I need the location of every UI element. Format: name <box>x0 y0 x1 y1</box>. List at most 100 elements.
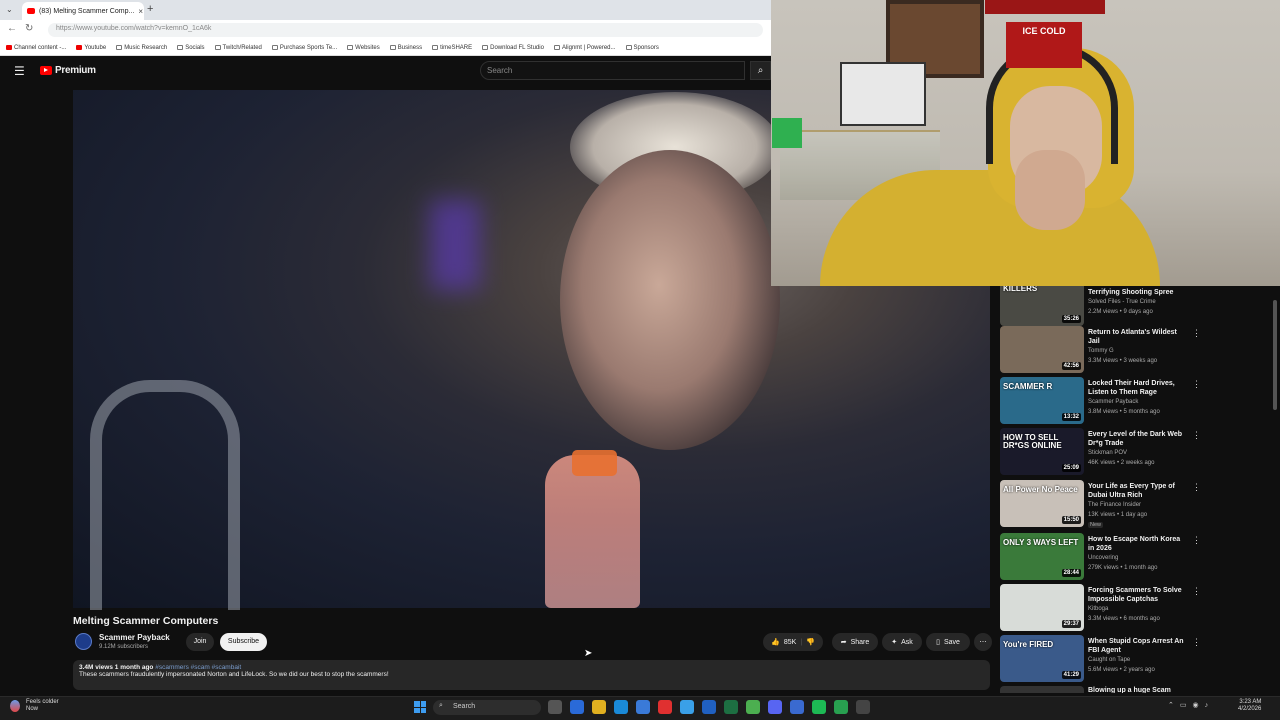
related-video-item[interactable]: SCAMMER R 13:32 Locked Their Hard Drives, … <box>1000 377 1275 425</box>
hashtags[interactable]: #scammers #scam #scambait <box>155 664 241 671</box>
file-explorer-icon[interactable] <box>592 700 606 714</box>
save-button[interactable]: ▯ Save <box>926 633 970 651</box>
bookmark-item[interactable]: Business <box>389 45 422 51</box>
taskbar-clock[interactable]: 3:23 AM 4/2/2026 <box>1238 699 1261 713</box>
related-video-channel[interactable]: Caught on Tape <box>1088 657 1130 663</box>
browser-tab[interactable]: (83) Melting Scammer Comp... × <box>22 2 144 20</box>
menu-icon[interactable]: ☰ <box>14 64 25 78</box>
task-view-icon[interactable] <box>548 700 562 714</box>
new-tab-button[interactable]: + <box>147 3 153 15</box>
app-icon[interactable] <box>702 700 716 714</box>
related-video-title[interactable]: When Stupid Cops Arrest An FBI Agent <box>1088 637 1188 655</box>
bookmark-item[interactable]: timeSHARE <box>432 45 472 51</box>
video-menu-icon[interactable]: ⋮ <box>1192 482 1201 493</box>
bookmark-item[interactable]: Download FL Studio <box>482 45 544 51</box>
app-icon[interactable] <box>570 700 584 714</box>
bookmark-item[interactable]: Socials <box>177 45 205 51</box>
related-video-channel[interactable]: Solved Files - True Crime <box>1088 299 1156 305</box>
weather-icon[interactable] <box>10 700 20 712</box>
search-icon[interactable]: ⌕ <box>750 61 771 80</box>
more-actions-icon[interactable]: ⋯ <box>974 633 992 651</box>
video-thumbnail[interactable]: All Power No Peace 15:50 <box>1000 480 1084 527</box>
youtube-premium-logo[interactable]: Premium <box>40 65 96 76</box>
related-video-item[interactable]: Blowing up a huge Scam Call... <box>1000 686 1275 693</box>
video-thumbnail[interactable]: SCAMMER R 13:32 <box>1000 377 1084 424</box>
weather-widget[interactable]: Feels colder Now <box>26 699 59 713</box>
spotify-icon[interactable] <box>812 700 826 714</box>
url-input[interactable]: https://www.youtube.com/watch?v=kemnO_1c… <box>48 23 763 37</box>
video-thumbnail[interactable]: KILLERS 35:26 <box>1000 286 1084 326</box>
related-video-title[interactable]: Blowing up a huge Scam Call... <box>1088 686 1188 693</box>
app-icon[interactable] <box>834 700 848 714</box>
related-video-item[interactable]: ONLY 3 WAYS LEFT 28:44 How to Escape North… <box>1000 533 1275 581</box>
bookmark-item[interactable]: Twitch/Related <box>214 45 262 51</box>
edge-icon[interactable] <box>614 700 628 714</box>
discord-icon[interactable] <box>768 700 782 714</box>
related-video-channel[interactable]: Uncovering <box>1088 555 1118 561</box>
bookmark-item[interactable]: Purchase Sports Te... <box>271 45 337 51</box>
related-video-channel[interactable]: The Finance Insider <box>1088 502 1141 508</box>
video-thumbnail[interactable]: HOW TO SELL DR*GS ONLINE 25:09 <box>1000 428 1084 475</box>
related-video-channel[interactable]: Tommy G <box>1088 348 1114 354</box>
related-video-title[interactable]: Locked Their Hard Drives, Listen to Them… <box>1088 379 1188 397</box>
bookmark-item[interactable]: Youtube <box>76 45 106 51</box>
related-video-item[interactable]: HOW TO SELL DR*GS ONLINE 25:09 Every Level… <box>1000 428 1275 476</box>
bookmark-item[interactable]: Sponsors <box>625 45 659 51</box>
close-tab-icon[interactable]: × <box>138 7 143 16</box>
bookmark-item[interactable]: Websites <box>347 45 380 51</box>
share-button[interactable]: ➦ Share <box>832 633 878 651</box>
video-menu-icon[interactable]: ⋮ <box>1192 535 1201 546</box>
video-thumbnail[interactable]: 29:37 <box>1000 584 1084 631</box>
video-menu-icon[interactable]: ⋮ <box>1192 328 1201 339</box>
related-video-item[interactable]: 42:56 Return to Atlanta's Wildest Jail Tom… <box>1000 326 1275 374</box>
bookmark-item[interactable]: Music Research <box>116 45 167 51</box>
related-video-item[interactable]: You're FIRED 41:29 When Stupid Cops Arrest… <box>1000 635 1275 683</box>
app-icon[interactable] <box>680 700 694 714</box>
search-input[interactable]: Search <box>480 61 745 80</box>
video-thumbnail[interactable]: 42:56 <box>1000 326 1084 373</box>
like-dislike-button[interactable]: 👍 85K | 👎 <box>763 633 823 651</box>
app-icon[interactable] <box>790 700 804 714</box>
related-video-item[interactable]: KILLERS 35:26 Terrifying Shooting Spree Sol… <box>1000 286 1275 326</box>
chrome-icon[interactable] <box>746 700 760 714</box>
video-menu-icon[interactable]: ⋮ <box>1192 637 1201 648</box>
app-icon[interactable] <box>658 700 672 714</box>
bookmark-item[interactable]: Alignmt | Powered... <box>553 45 616 51</box>
channel-avatar[interactable] <box>75 633 92 650</box>
related-video-title[interactable]: Forcing Scammers To Solve Impossible Cap… <box>1088 586 1188 604</box>
related-video-title[interactable]: Every Level of the Dark Web Dr*g Trade <box>1088 430 1188 448</box>
system-tray-icons[interactable]: ⌃▭◉♪ <box>1168 701 1214 709</box>
related-video-channel[interactable]: Stickman POV <box>1088 450 1127 456</box>
related-video-title[interactable]: Return to Atlanta's Wildest Jail <box>1088 328 1188 346</box>
app-icon[interactable] <box>856 700 870 714</box>
related-video-item[interactable]: 29:37 Forcing Scammers To Solve Impossibl… <box>1000 584 1275 632</box>
store-icon[interactable] <box>636 700 650 714</box>
thumbs-up-icon[interactable]: 👍 <box>771 638 780 646</box>
back-icon[interactable]: ← <box>7 23 17 34</box>
related-video-title[interactable]: Terrifying Shooting Spree <box>1088 288 1188 297</box>
windows-start-icon[interactable] <box>414 701 426 713</box>
taskbar-search-input[interactable]: ⌕ Search <box>433 700 541 715</box>
reload-icon[interactable]: ↻ <box>25 23 33 34</box>
excel-icon[interactable] <box>724 700 738 714</box>
related-video-title[interactable]: Your Life as Every Type of Dubai Ultra R… <box>1088 482 1188 500</box>
video-thumbnail[interactable] <box>1000 686 1084 693</box>
tab-list-chevron-icon[interactable]: ⌄ <box>6 5 13 14</box>
video-thumbnail[interactable]: ONLY 3 WAYS LEFT 28:44 <box>1000 533 1084 580</box>
join-button[interactable]: Join <box>186 633 214 651</box>
video-menu-icon[interactable]: ⋮ <box>1192 586 1201 597</box>
video-thumbnail[interactable]: You're FIRED 41:29 <box>1000 635 1084 682</box>
related-video-title[interactable]: How to Escape North Korea in 2026 <box>1088 535 1188 553</box>
video-menu-icon[interactable]: ⋮ <box>1192 379 1201 390</box>
description-box[interactable]: 3.4M views 1 month ago #scammers #scam #… <box>73 660 990 690</box>
thumbs-down-icon[interactable]: 👎 <box>806 638 815 646</box>
ask-button[interactable]: ✦ Ask <box>882 633 922 651</box>
bookmark-item[interactable]: Channel content -... <box>6 45 66 51</box>
related-video-channel[interactable]: Scammer Payback <box>1088 399 1138 405</box>
related-video-item[interactable]: All Power No Peace 15:50 Your Life as Ever… <box>1000 480 1275 528</box>
channel-name[interactable]: Scammer Payback <box>99 633 170 642</box>
sidebar-scrollbar-thumb[interactable] <box>1273 300 1277 410</box>
video-menu-icon[interactable]: ⋮ <box>1192 430 1201 441</box>
subscribe-button[interactable]: Subscribe <box>220 633 267 651</box>
related-video-channel[interactable]: Kitboga <box>1088 606 1108 612</box>
